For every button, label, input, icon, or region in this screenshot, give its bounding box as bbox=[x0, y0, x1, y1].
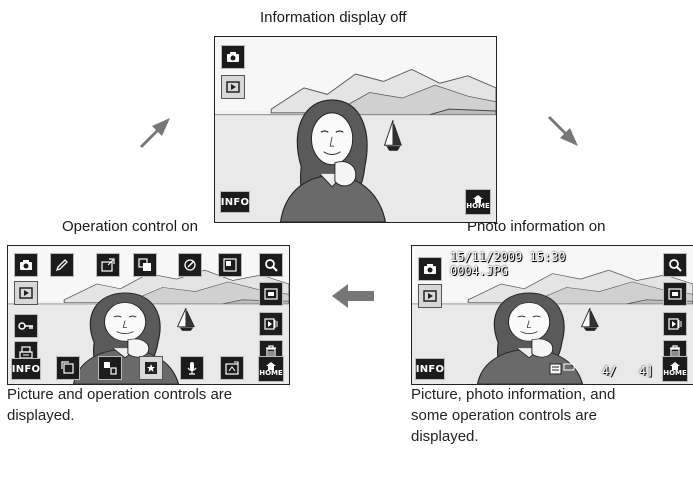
screen-information-display-off: INFO HOME bbox=[214, 36, 497, 223]
description-line: displayed. bbox=[7, 407, 75, 424]
rotate-button[interactable] bbox=[56, 356, 80, 380]
arrow-left-icon bbox=[332, 284, 374, 308]
info-button[interactable]: INFO bbox=[220, 191, 250, 213]
shooting-mode-button[interactable] bbox=[14, 253, 38, 277]
thumbnail-button[interactable] bbox=[663, 282, 687, 306]
photo-filename: 0004.JPG bbox=[450, 264, 508, 278]
crop-icon bbox=[138, 258, 151, 271]
favorite-icon bbox=[145, 362, 157, 374]
camera-icon bbox=[227, 52, 239, 62]
protect-icon bbox=[18, 322, 33, 330]
filter-icon bbox=[184, 259, 196, 271]
info-button[interactable]: INFO bbox=[415, 358, 445, 380]
voice-memo-button[interactable] bbox=[180, 356, 204, 380]
favorite-button[interactable] bbox=[139, 356, 163, 380]
paint-button[interactable] bbox=[50, 253, 74, 277]
sequence-button[interactable] bbox=[663, 312, 687, 336]
rotate-icon bbox=[61, 361, 74, 374]
retouch-button[interactable] bbox=[96, 253, 120, 277]
zoom-icon bbox=[669, 259, 682, 272]
description-line: Picture and operation controls are bbox=[7, 386, 233, 403]
crop-button[interactable] bbox=[133, 253, 157, 277]
playback-mode-button[interactable] bbox=[221, 75, 245, 99]
home-button[interactable]: HOME bbox=[465, 189, 491, 215]
home-label: HOME bbox=[259, 369, 283, 377]
sequence-icon bbox=[264, 318, 278, 330]
frame-total: 4] bbox=[639, 364, 654, 378]
thumbnail-button[interactable] bbox=[259, 282, 283, 306]
sequence-button[interactable] bbox=[259, 312, 283, 336]
small-picture-icon bbox=[104, 362, 117, 375]
voice-memo-icon bbox=[187, 362, 197, 375]
shooting-mode-button[interactable] bbox=[221, 45, 245, 69]
screen-operation-control-on: INFO HOME bbox=[7, 245, 290, 385]
info-button[interactable]: INFO bbox=[11, 358, 41, 380]
play-icon bbox=[423, 290, 437, 302]
arrow-up-right-icon bbox=[140, 118, 170, 148]
caption-operation-control-on: Operation control on bbox=[62, 218, 198, 235]
camera-icon bbox=[20, 260, 32, 270]
photo-datetime: 15/11/2009 15:30 bbox=[450, 250, 566, 264]
description-line: some operation controls are bbox=[411, 407, 597, 424]
playback-mode-button[interactable] bbox=[418, 284, 442, 308]
thumbnail-icon bbox=[264, 288, 278, 300]
retouch-icon bbox=[101, 258, 115, 272]
photo-information-description: Picture, photo information, and some ope… bbox=[411, 384, 691, 447]
thumbnail-icon bbox=[668, 288, 682, 300]
playback-mode-button[interactable] bbox=[14, 281, 38, 305]
play-icon bbox=[226, 81, 240, 93]
arrow-down-right-icon bbox=[548, 116, 578, 146]
zoom-button[interactable] bbox=[259, 253, 283, 277]
screen-photo-information-on: 15/11/2009 15:30 0004.JPG INFO 4/ 4] HOM… bbox=[411, 245, 693, 385]
description-line: displayed. bbox=[411, 428, 479, 445]
d-lighting-button[interactable] bbox=[218, 253, 242, 277]
home-label: HOME bbox=[663, 369, 687, 377]
zoom-icon bbox=[265, 259, 278, 272]
home-label: HOME bbox=[466, 202, 490, 210]
image-mode-icon bbox=[549, 363, 575, 375]
play-icon bbox=[19, 287, 33, 299]
sample-photo bbox=[215, 37, 496, 222]
operation-control-description: Picture and operation controls are displ… bbox=[7, 384, 297, 426]
slideshow-icon bbox=[225, 361, 239, 375]
protect-button[interactable] bbox=[14, 314, 38, 338]
description-line: Picture, photo information, and bbox=[411, 386, 616, 403]
zoom-button[interactable] bbox=[663, 253, 687, 277]
pencil-icon bbox=[55, 259, 68, 272]
shooting-mode-button[interactable] bbox=[418, 257, 442, 281]
small-picture-button[interactable] bbox=[98, 356, 122, 380]
filter-effects-button[interactable] bbox=[178, 253, 202, 277]
home-button[interactable]: HOME bbox=[258, 356, 284, 382]
dlighting-icon bbox=[223, 258, 237, 272]
slideshow-button[interactable] bbox=[220, 356, 244, 380]
sequence-icon bbox=[668, 318, 682, 330]
camera-icon bbox=[424, 264, 436, 274]
home-button[interactable]: HOME bbox=[662, 356, 688, 382]
caption-information-display-off: Information display off bbox=[260, 9, 407, 26]
frame-current: 4/ bbox=[602, 364, 617, 378]
